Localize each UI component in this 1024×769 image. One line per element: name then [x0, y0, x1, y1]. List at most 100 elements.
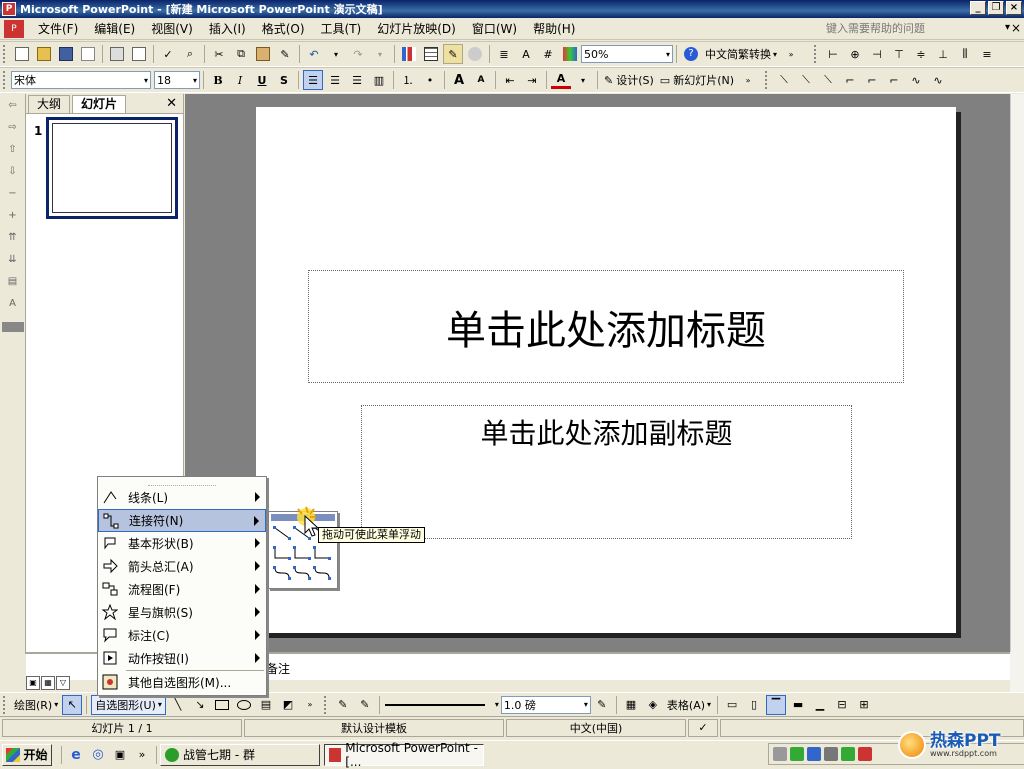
tables-borders-icon[interactable]: ✎ [443, 44, 463, 64]
line-style-select[interactable]: ▾ [383, 696, 501, 714]
connector-curved-arrow-icon[interactable]: ∿ [928, 70, 948, 90]
expand-all-outline-icon[interactable]: ⇊ [5, 254, 21, 270]
align-top-icon[interactable]: ⊤ [889, 44, 909, 64]
distribute-rows-icon[interactable]: ⊟ [832, 695, 852, 715]
summary-slide-icon[interactable]: ▤ [5, 276, 21, 292]
menu-edit[interactable]: 编辑(E) [86, 20, 143, 37]
close-pane-icon[interactable]: ✕ [166, 96, 177, 111]
font-color-dropdown-icon[interactable]: ▾ [573, 70, 593, 90]
connector-curved-icon[interactable] [273, 566, 291, 580]
select-objects-icon[interactable]: ↖ [62, 694, 83, 715]
help-icon[interactable]: ? [681, 44, 701, 64]
move-up-icon[interactable]: ⇧ [5, 144, 21, 160]
increase-font-icon[interactable]: A [449, 70, 469, 90]
toolbar-grip[interactable] [3, 45, 7, 63]
align-bottom-icon[interactable]: ⊥ [933, 44, 953, 64]
font-color-icon[interactable]: A [551, 71, 571, 89]
insert-picture-icon[interactable] [465, 44, 485, 64]
connector-elbow-double-icon[interactable]: ⌐ [884, 70, 904, 90]
connector-straight-icon[interactable]: ⟍ [774, 70, 794, 90]
cut-icon[interactable]: ✂ [209, 44, 229, 64]
line-tool-icon[interactable]: ╲ [168, 695, 188, 715]
expand-icon[interactable]: + [5, 210, 21, 226]
font-select[interactable]: 宋体 ▾ [11, 71, 151, 89]
network-icon[interactable] [807, 747, 821, 761]
slideshow-view-icon[interactable]: ▽ [56, 676, 70, 690]
help-dropdown-icon[interactable]: ▾ [1005, 22, 1010, 33]
numbering-icon[interactable]: ⒈ [398, 70, 418, 90]
tab-slides[interactable]: 幻灯片 [72, 95, 127, 113]
keyboard-icon[interactable] [773, 747, 787, 761]
slide-sorter-view-icon[interactable]: ▦ [41, 676, 55, 690]
connector-elbow-icon[interactable]: ⌐ [840, 70, 860, 90]
task-button-qq-group[interactable]: 战管七期 - 群 [160, 743, 320, 766]
menu-drag-handle[interactable] [148, 478, 216, 486]
security-icon[interactable] [841, 747, 855, 761]
insert-chart-icon[interactable] [399, 44, 419, 64]
tab-outline[interactable]: 大纲 [28, 95, 71, 113]
format-painter-icon[interactable]: ✎ [275, 44, 295, 64]
menu-format[interactable]: 格式(O) [254, 20, 313, 37]
line-color-icon[interactable]: ✎ [592, 695, 612, 715]
quicklaunch-more-icon[interactable]: » [132, 745, 152, 765]
close-button[interactable]: × [1006, 1, 1022, 15]
menu-item-connectors[interactable]: 连接符(N) [98, 509, 266, 532]
normal-view-icon[interactable]: ▣ [26, 676, 40, 690]
color-grayscale-icon[interactable] [560, 44, 580, 64]
new-icon[interactable] [12, 44, 32, 64]
convert-button[interactable]: 中文简繁转换 ▾ [703, 44, 779, 64]
merge-cells-icon[interactable]: ▭ [722, 695, 742, 715]
italic-button[interactable]: I [230, 70, 250, 90]
edit-shape-icon[interactable]: ✎ [355, 695, 375, 715]
show-grid-icon[interactable]: # [538, 44, 558, 64]
permission-icon[interactable] [78, 44, 98, 64]
task-button-powerpoint[interactable]: Microsoft PowerPoint - [... [324, 741, 484, 769]
demote-icon[interactable]: ⇨ [5, 122, 21, 138]
align-center-draw-icon[interactable]: ⊕ [845, 44, 865, 64]
show-formatting-outline-icon[interactable]: A [5, 298, 21, 314]
distributed-icon[interactable]: ▥ [369, 70, 389, 90]
align-middle-icon[interactable]: ≑ [911, 44, 931, 64]
align-left-draw-icon[interactable]: ⊢ [823, 44, 843, 64]
menu-help[interactable]: 帮助(H) [525, 20, 583, 37]
menu-item-lines[interactable]: 线条(L) [98, 486, 266, 509]
autoshapes-button[interactable]: 自选图形(U) ▾ [91, 694, 166, 715]
line-width-select[interactable]: 1.0 磅 ▾ [500, 695, 591, 714]
insert-table-icon[interactable] [421, 44, 441, 64]
undo-dropdown-icon[interactable]: ▾ [326, 44, 346, 64]
menu-window[interactable]: 窗口(W) [464, 20, 525, 37]
wordart-icon[interactable]: ◩ [278, 695, 298, 715]
redo-icon[interactable]: ↷ [348, 44, 368, 64]
edit-points-icon[interactable]: ✎ [333, 695, 353, 715]
print-icon[interactable] [107, 44, 127, 64]
move-down-icon[interactable]: ⇩ [5, 166, 21, 182]
close-document-icon[interactable]: × [1011, 21, 1021, 35]
menu-tools[interactable]: 工具(T) [313, 20, 370, 37]
ie-icon[interactable]: e [66, 745, 86, 765]
antivirus-icon[interactable] [858, 747, 872, 761]
toolbar-options-icon[interactable]: » [781, 44, 801, 64]
connector-elbow-arrow-icon[interactable] [293, 546, 311, 560]
center-vertically-icon[interactable]: ▬ [788, 695, 808, 715]
title-placeholder[interactable]: 单击此处添加标题 [308, 270, 904, 383]
help-search-input[interactable]: 键入需要帮助的问题 [826, 20, 1006, 38]
expand-all-icon[interactable]: ≣ [494, 44, 514, 64]
volume-icon[interactable] [824, 747, 838, 761]
menu-file[interactable]: 文件(F) [30, 20, 86, 37]
vertical-scrollbar[interactable] [1010, 94, 1024, 652]
font-size-select[interactable]: 18 ▾ [154, 71, 200, 89]
menu-view[interactable]: 视图(V) [143, 20, 201, 37]
decrease-font-icon[interactable]: A [471, 70, 491, 90]
rectangle-tool-icon[interactable] [212, 695, 232, 715]
distribute-horizontal-icon[interactable]: ⫼ [955, 44, 975, 64]
draw-menu-button[interactable]: 绘图(R) ▾ [12, 695, 60, 715]
document-icon[interactable]: P [4, 19, 24, 38]
collapse-icon[interactable]: − [5, 188, 21, 204]
connector-elbow-double-arrow-icon[interactable] [313, 546, 331, 560]
align-left-icon[interactable]: ☰ [303, 70, 323, 90]
draw-toolbar-options-icon[interactable]: » [300, 695, 320, 715]
align-right-draw-icon[interactable]: ⊣ [867, 44, 887, 64]
menu-item-action-buttons[interactable]: 动作按钮(I) [98, 647, 266, 670]
menu-item-callouts[interactable]: 标注(C) [98, 624, 266, 647]
align-bottom-cell-icon[interactable]: ▁ [810, 695, 830, 715]
